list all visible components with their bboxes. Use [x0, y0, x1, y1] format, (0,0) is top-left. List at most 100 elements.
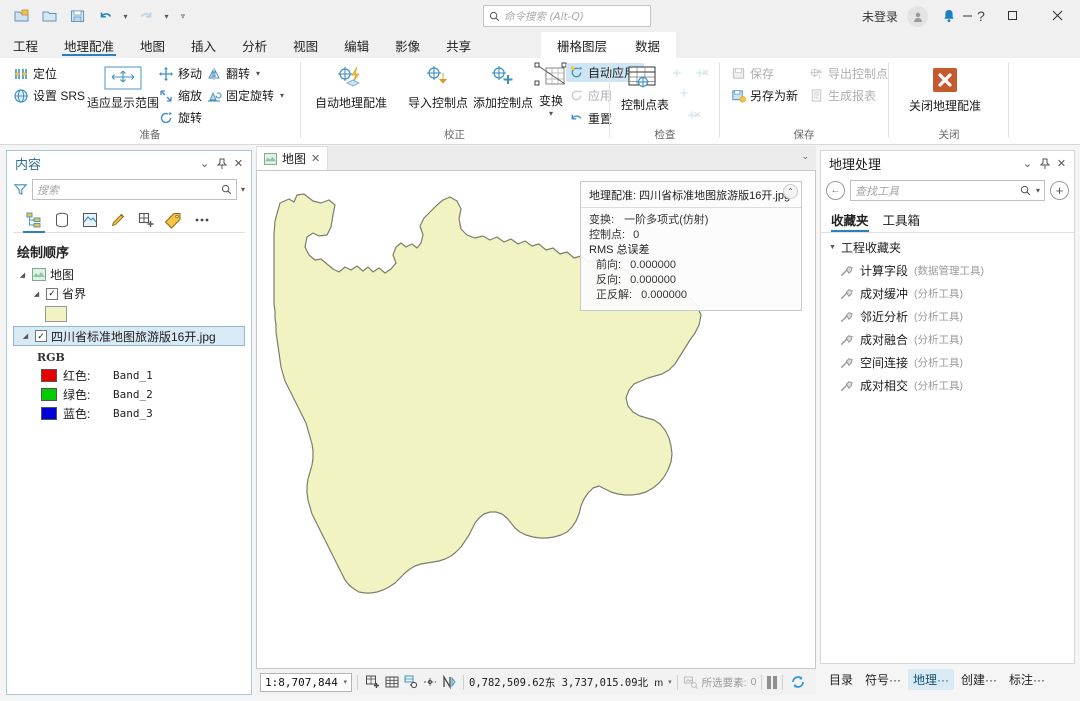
- control-point-table-button[interactable]: 控制点表: [617, 62, 673, 115]
- maximize-button[interactable]: [990, 0, 1035, 31]
- command-search-input[interactable]: 命令搜索 (Alt-Q): [483, 5, 651, 27]
- save-as-new-button[interactable]: 另存为新: [728, 86, 801, 105]
- tool-item-near[interactable]: 邻近分析 (分析工具): [821, 305, 1074, 328]
- tool-item-pairwise-buffer[interactable]: 成对缓冲 (分析工具): [821, 282, 1074, 305]
- import-control-points-button[interactable]: 导入控制点: [404, 62, 472, 113]
- undo-dropdown-icon[interactable]: ▾: [120, 4, 131, 28]
- list-by-data-source-icon[interactable]: [49, 208, 75, 232]
- pause-drawing-icon[interactable]: [767, 675, 778, 689]
- refresh-icon[interactable]: [788, 673, 807, 692]
- tool-item-pairwise-intersect[interactable]: 成对相交 (分析工具): [821, 374, 1074, 397]
- scale-button[interactable]: 缩放: [155, 86, 205, 105]
- project-favorites-group[interactable]: ▼ 工程收藏夹: [821, 233, 1074, 259]
- polygon-symbol-swatch[interactable]: [45, 306, 67, 322]
- redo-icon[interactable]: [133, 4, 159, 28]
- contents-panel-pin-icon[interactable]: [213, 155, 230, 173]
- expand-arrow-icon[interactable]: ◢: [31, 290, 42, 298]
- ribbon-tab-analysis[interactable]: 分析: [229, 32, 280, 58]
- contents-search-input[interactable]: 搜索: [32, 179, 237, 200]
- close-georeference-button[interactable]: 关闭地理配准: [905, 63, 985, 116]
- band-color-swatch-green[interactable]: [41, 388, 57, 401]
- flip-dropdown-icon[interactable]: ▾: [256, 69, 260, 78]
- add-toolbox-icon[interactable]: +: [1050, 181, 1069, 200]
- back-icon[interactable]: ←: [826, 181, 845, 200]
- map-view-tab[interactable]: 地图 ✕: [256, 146, 329, 170]
- geoprocessing-panel-close-icon[interactable]: ✕: [1053, 155, 1070, 173]
- dock-tab-geoprocessing[interactable]: 地理···: [908, 668, 955, 690]
- georeference-info-collapse-icon[interactable]: ⌃: [783, 184, 798, 199]
- geoprocessing-search-input[interactable]: 查找工具 ▾: [850, 180, 1045, 201]
- measure-icon[interactable]: [420, 673, 439, 692]
- customize-qat-icon[interactable]: ⩔: [174, 4, 192, 28]
- ribbon-tab-share[interactable]: 共享: [433, 32, 484, 58]
- band-color-swatch-blue[interactable]: [41, 407, 57, 420]
- expand-arrow-icon[interactable]: ◢: [17, 271, 28, 279]
- close-button[interactable]: [1035, 0, 1080, 31]
- redo-dropdown-icon[interactable]: ▾: [161, 4, 172, 28]
- fixed-rotate-button[interactable]: 固定旋转 ▾: [203, 86, 287, 105]
- move-button[interactable]: 移动: [155, 64, 205, 83]
- list-by-selection-icon[interactable]: [77, 208, 103, 232]
- list-by-editing-icon[interactable]: [105, 208, 131, 232]
- ribbon-tab-georeference[interactable]: 地理配准: [51, 32, 127, 58]
- tree-item-raster-layer[interactable]: ◢ ✓ 四川省标准地图旅游版16开.jpg: [13, 326, 245, 346]
- contents-panel-menu-icon[interactable]: ⌄: [196, 155, 213, 173]
- rotate-button[interactable]: 旋转: [155, 108, 205, 127]
- ribbon-tab-project[interactable]: 工程: [0, 32, 51, 58]
- tool-item-pairwise-dissolve[interactable]: 成对融合 (分析工具): [821, 328, 1074, 351]
- auto-georeference-button[interactable]: 自动地理配准: [311, 62, 391, 113]
- layer-checkbox-province-boundary[interactable]: ✓: [46, 287, 58, 300]
- new-project-icon[interactable]: [8, 4, 34, 28]
- geoprocessing-panel-pin-icon[interactable]: [1036, 155, 1053, 173]
- search-icon[interactable]: [221, 184, 232, 195]
- add-control-points-button[interactable]: 添加控制点: [469, 62, 537, 113]
- tree-item-map[interactable]: ◢ 地图: [11, 265, 247, 284]
- map-scale-dropdown-icon[interactable]: ▾: [343, 678, 349, 686]
- ribbon-tab-edit[interactable]: 编辑: [331, 32, 382, 58]
- ribbon-tab-data[interactable]: 数据: [621, 32, 674, 58]
- contents-search-dropdown-icon[interactable]: ▾: [241, 185, 245, 194]
- set-srs-button[interactable]: 设置 SRS: [10, 86, 88, 105]
- signin-label[interactable]: 未登录: [862, 8, 898, 25]
- list-by-drawing-order-icon[interactable]: [21, 208, 47, 233]
- map-canvas[interactable]: ⌃ 地理配准: 四川省标准地图旅游版16开.jpg 变换: 一阶多项式(仿射) …: [256, 170, 816, 669]
- dock-tab-create-features[interactable]: 创建···: [956, 669, 1002, 690]
- list-by-labeling-icon[interactable]: [161, 208, 187, 232]
- transformation-dropdown-icon[interactable]: ▾: [549, 109, 553, 118]
- locate-button[interactable]: 定位: [10, 64, 60, 83]
- filter-icon[interactable]: [13, 182, 28, 197]
- map-view-tab-list-icon[interactable]: ⌄: [801, 151, 809, 162]
- ribbon-tab-map[interactable]: 地图: [127, 32, 178, 58]
- ribbon-tab-imagery[interactable]: 影像: [382, 32, 433, 58]
- tool-item-calculate-field[interactable]: 计算字段 (数据管理工具): [821, 259, 1074, 282]
- ribbon-tab-raster-layer[interactable]: 栅格图层: [543, 32, 621, 58]
- tool-item-spatial-join[interactable]: 空间连接 (分析工具): [821, 351, 1074, 374]
- search-icon[interactable]: [1020, 185, 1031, 196]
- explore-icon[interactable]: [401, 673, 420, 692]
- coordinate-units-dropdown-icon[interactable]: ▾: [663, 678, 672, 686]
- reset-button[interactable]: 重置: [566, 109, 615, 128]
- ribbon-tab-view[interactable]: 视图: [280, 32, 331, 58]
- geoprocessing-search-dropdown-icon[interactable]: ▾: [1031, 186, 1040, 195]
- dock-tab-labeling[interactable]: 标注···: [1004, 669, 1050, 690]
- save-project-icon[interactable]: [64, 4, 90, 28]
- list-by-snapping-icon[interactable]: [133, 208, 159, 232]
- expand-arrow-icon[interactable]: ◢: [20, 332, 31, 340]
- flip-button[interactable]: 翻转 ▾: [203, 64, 263, 83]
- layer-checkbox-raster[interactable]: ✓: [35, 330, 47, 342]
- dock-tab-catalog[interactable]: 目录: [824, 669, 858, 690]
- tab-toolboxes[interactable]: 工具箱: [883, 210, 921, 232]
- minimize-button[interactable]: [945, 0, 990, 31]
- map-view-tab-close-icon[interactable]: ✕: [311, 152, 320, 165]
- tab-favorites[interactable]: 收藏夹: [831, 210, 869, 232]
- chevron-down-icon[interactable]: ▼: [829, 244, 836, 251]
- add-data-icon[interactable]: [363, 673, 382, 692]
- fit-to-display-button[interactable]: 适应显示范围: [83, 62, 163, 113]
- tree-item-province-boundary[interactable]: ◢ ✓ 省界: [11, 284, 247, 303]
- map-scale-input[interactable]: 1:8,707,844 ▾: [260, 672, 352, 692]
- avatar[interactable]: [907, 6, 928, 27]
- geoprocessing-panel-menu-icon[interactable]: ⌄: [1019, 155, 1036, 173]
- dock-tab-symbology[interactable]: 符号···: [860, 669, 906, 690]
- navigator-icon[interactable]: [439, 673, 458, 692]
- fixed-rotate-dropdown-icon[interactable]: ▾: [280, 91, 284, 100]
